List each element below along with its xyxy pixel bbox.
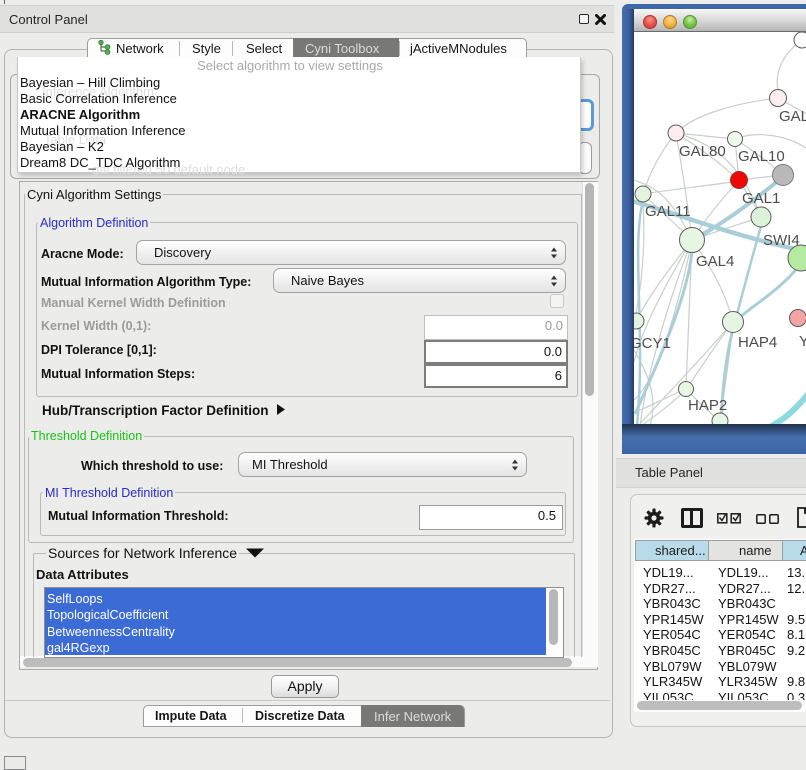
svg-text:GCY1: GCY1 (634, 335, 671, 352)
svg-text:GAL10: GAL10 (738, 148, 785, 165)
svg-text:GAL11: GAL11 (645, 203, 691, 220)
svg-text:HAP4: HAP4 (738, 334, 777, 351)
svg-text:YB: YB (799, 333, 806, 350)
svg-text:GAL80: GAL80 (679, 143, 726, 160)
svg-text:GAL1: GAL1 (742, 190, 780, 207)
svg-text:HAP2: HAP2 (688, 397, 727, 414)
svg-text:GAL7: GAL7 (779, 108, 806, 125)
svg-text:GAL4: GAL4 (696, 253, 734, 270)
svg-text:SWI4: SWI4 (763, 232, 800, 249)
